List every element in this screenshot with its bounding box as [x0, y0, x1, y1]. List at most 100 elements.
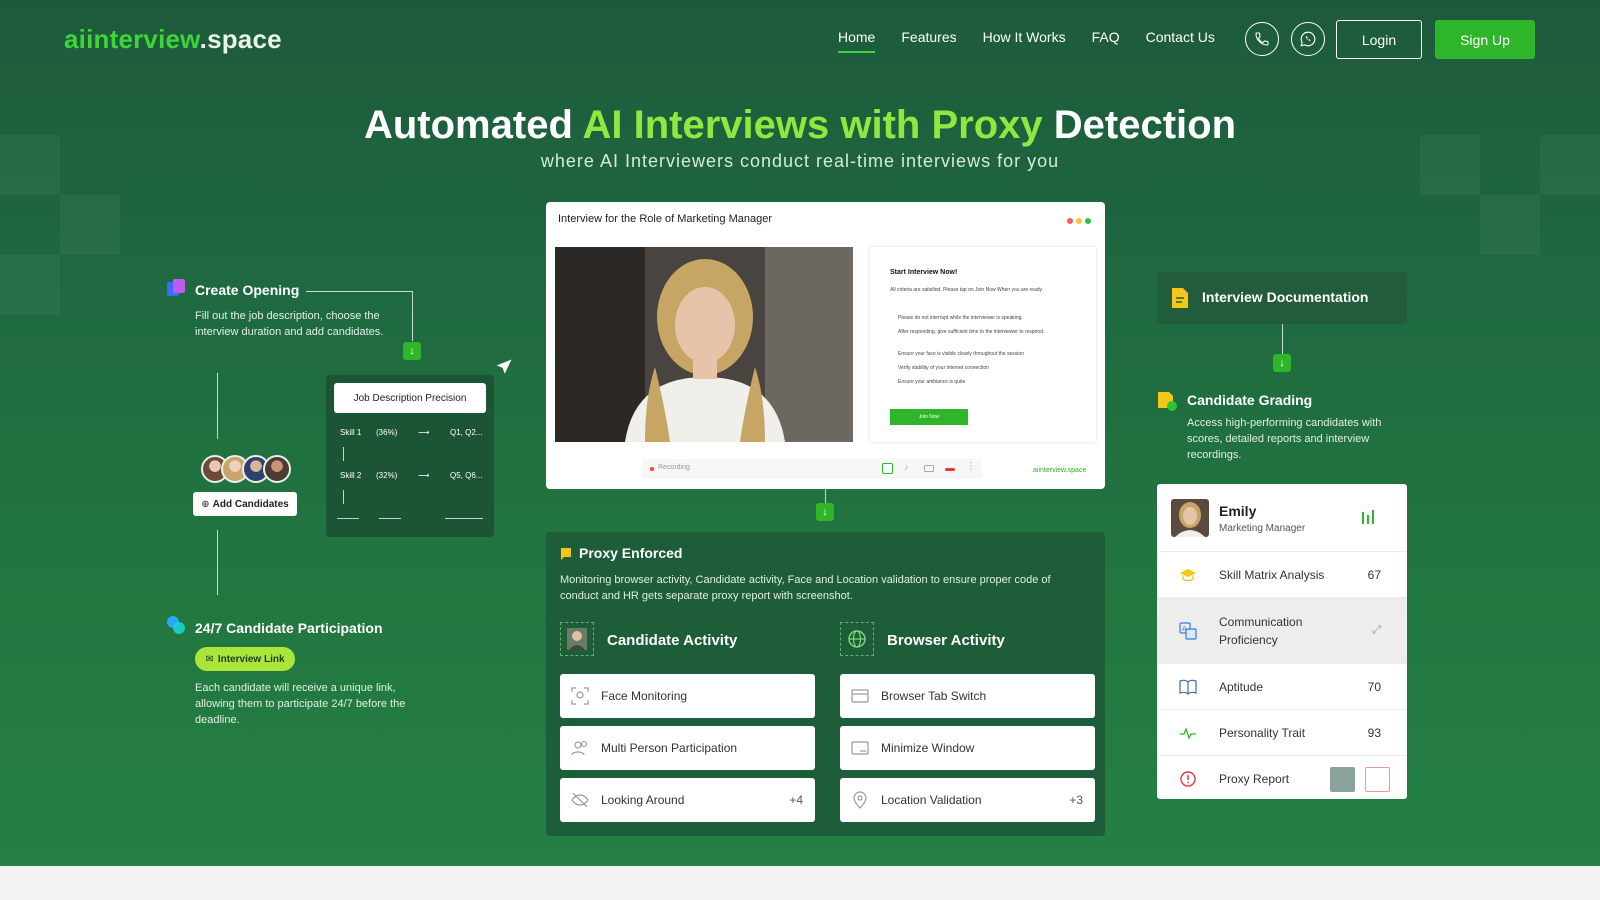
mic-icon[interactable]: ♪ — [904, 462, 909, 472]
checklist-item: Verify stability of your internet connec… — [898, 365, 989, 371]
score-row-aptitude[interactable]: Aptitude 70 — [1157, 663, 1407, 709]
score-label: Skill Matrix Analysis — [1219, 567, 1325, 582]
hero-title-highlight: AI Interviews with Proxy — [582, 103, 1043, 147]
location-validation-item[interactable]: Location Validation +3 — [840, 778, 1095, 822]
brand-logo[interactable]: aiinterview.space — [64, 24, 282, 55]
recording-bar: Recording ♪ ⋮ — [642, 459, 982, 479]
interview-link-label: Interview Link — [217, 653, 285, 665]
connector-line — [343, 447, 344, 461]
interview-documentation-card: Interview Documentation — [1157, 272, 1407, 324]
minimize-window-item[interactable]: Minimize Window — [840, 726, 1095, 770]
caption-icon[interactable] — [882, 463, 893, 474]
arrow-right-icon: ⟶ — [418, 428, 430, 437]
eye-off-icon — [571, 792, 589, 808]
hero-title-part2: Detection — [1042, 103, 1236, 147]
down-arrow-icon: ↓ — [1273, 354, 1291, 372]
browser-tab-switch-item[interactable]: Browser Tab Switch — [840, 674, 1095, 718]
minimize-window-label: Minimize Window — [881, 741, 975, 755]
add-candidates-label: Add Candidates — [212, 498, 289, 510]
proxy-desc: Monitoring browser activity, Candidate a… — [560, 574, 1051, 602]
jd-skill-questions: Q1, Q2... — [450, 428, 483, 437]
candidate-grading-card: Emily Marketing Manager Skill Matrix Ana… — [1157, 484, 1407, 799]
candidate-video — [555, 247, 853, 442]
decor-square — [0, 255, 60, 315]
book-icon — [1179, 679, 1197, 695]
signup-button[interactable]: Sign Up — [1435, 20, 1535, 59]
nav-home[interactable]: Home — [838, 29, 876, 53]
nav-features[interactable]: Features — [901, 29, 956, 53]
connector-line — [217, 373, 218, 439]
looking-around-label: Looking Around — [601, 793, 685, 807]
create-opening-desc: Fill out the job description, choose the… — [195, 310, 384, 338]
interview-link-badge[interactable]: ✉ Interview Link — [195, 647, 295, 671]
add-candidates-button[interactable]: ⊕ Add Candidates — [193, 492, 297, 516]
jd-skill-pct: (32%) — [376, 471, 398, 480]
score-value: 70 — [1367, 679, 1381, 694]
nav-how-it-works[interactable]: How It Works — [983, 29, 1066, 53]
pulse-icon — [1180, 726, 1196, 740]
candidate-activity-icon — [560, 622, 594, 656]
candidate-activity-title: Candidate Activity — [607, 632, 738, 649]
score-label: Proxy Report — [1219, 771, 1290, 786]
phone-icon — [1255, 32, 1269, 46]
alert-circle-icon — [1180, 770, 1196, 787]
nav-faq[interactable]: FAQ — [1092, 29, 1120, 53]
recording-label: Recording — [658, 464, 690, 471]
looking-around-item[interactable]: Looking Around +4 — [560, 778, 815, 822]
multi-person-label: Multi Person Participation — [601, 741, 738, 755]
score-row-communication[interactable]: A Communication Proficiency ⤢ — [1157, 597, 1407, 663]
checklist-item: Ensure your face is visible clearly thro… — [898, 351, 1024, 357]
hero-title: Automated AI Interviews with Proxy Detec… — [0, 103, 1600, 148]
jd-skill-row: Skill 2 (32%) ⟶ Q5, Q6... — [340, 471, 482, 480]
participation-desc: Each candidate will receive a unique lin… — [195, 682, 406, 726]
end-call-icon[interactable] — [945, 468, 955, 471]
phone-button[interactable] — [1245, 22, 1279, 56]
placeholder-line — [379, 518, 401, 519]
arrow-right-icon: ⟶ — [418, 471, 430, 480]
candidate-grading-title: Candidate Grading — [1187, 392, 1313, 408]
jd-skill-questions: Q5, Q6... — [450, 471, 483, 480]
hero-section: aiinterview.space Home Features How It W… — [0, 0, 1600, 866]
jd-skill-label: Skill 1 — [340, 428, 362, 437]
grading-icon — [1158, 392, 1177, 411]
connector-line — [412, 291, 413, 341]
users-icon — [571, 740, 588, 756]
checklist-item: Ensure your ambiance is quite — [898, 379, 966, 385]
more-icon[interactable]: ⋮ — [966, 461, 976, 472]
face-scan-icon — [571, 687, 589, 705]
placeholder-line — [337, 518, 359, 519]
score-value: 67 — [1367, 567, 1381, 582]
join-now-button[interactable]: Join Now — [890, 409, 968, 425]
window-dot-green — [1085, 218, 1091, 224]
window-dot-red — [1067, 218, 1073, 224]
main-nav: Home Features How It Works FAQ Contact U… — [838, 29, 1241, 53]
proxy-document-thumbnail[interactable] — [1365, 767, 1390, 792]
score-row-proxy-report[interactable]: Proxy Report — [1157, 755, 1407, 799]
jd-skill-pct: (36%) — [376, 428, 398, 437]
hero-subtitle: where AI Interviewers conduct real-time … — [540, 151, 1060, 171]
score-label: Aptitude — [1219, 679, 1264, 694]
expand-icon[interactable]: ⤢ — [1372, 624, 1381, 637]
nav-contact[interactable]: Contact Us — [1146, 29, 1215, 53]
avatar — [1171, 499, 1209, 537]
checklist-item: After responding, give sufficient time t… — [898, 329, 1045, 335]
connector-line — [217, 530, 218, 595]
watermark-logo: aiinterview.space — [1033, 467, 1087, 474]
plus-circle-icon: ⊕ — [201, 498, 210, 510]
mail-icon: ✉ — [205, 653, 214, 665]
start-interview-title: Start Interview Now! — [890, 269, 958, 276]
score-row-skill-matrix[interactable]: Skill Matrix Analysis 67 — [1157, 551, 1407, 597]
proxy-screenshot-thumbnail[interactable] — [1330, 767, 1355, 792]
login-button[interactable]: Login — [1336, 20, 1422, 59]
multi-person-item[interactable]: Multi Person Participation — [560, 726, 815, 770]
candidate-name: Emily — [1219, 503, 1257, 519]
score-row-personality[interactable]: Personality Trait 93 — [1157, 709, 1407, 755]
start-interview-intro: All criteria are satisfied. Please tap o… — [890, 287, 1044, 293]
checklist-item: Please do not interrupt while the interv… — [898, 315, 1023, 321]
hero-title-part1: Automated — [363, 103, 583, 147]
whatsapp-icon — [1300, 31, 1316, 47]
camera-icon[interactable] — [924, 465, 934, 472]
face-monitoring-item[interactable]: Face Monitoring — [560, 674, 815, 718]
whatsapp-button[interactable] — [1291, 22, 1325, 56]
face-monitoring-label: Face Monitoring — [601, 689, 688, 703]
